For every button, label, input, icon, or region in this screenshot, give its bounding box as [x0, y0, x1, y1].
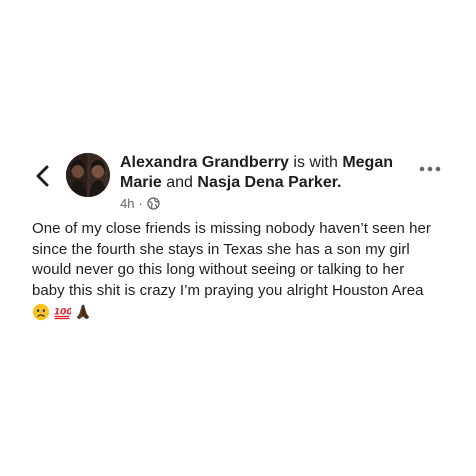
avatar-photo	[66, 153, 110, 197]
post-meta: 4h ·	[120, 196, 410, 211]
post-line-2: since the fourth she stays in Texas she …	[32, 240, 410, 258]
timestamp[interactable]: 4h	[120, 196, 134, 211]
post-line-3: would never go this long without seeing …	[32, 261, 405, 278]
post-line-4: baby this shit is crazy I’m praying you …	[32, 281, 424, 299]
emoji-row: 100	[32, 303, 92, 321]
globe-icon[interactable]	[147, 197, 160, 210]
author-name[interactable]: Alexandra Grandberry	[120, 154, 289, 171]
meta-separator: ·	[138, 196, 143, 211]
post-body: One of my close friends is missing nobod…	[32, 219, 452, 301]
with-text: is with	[293, 154, 338, 171]
author-line: Alexandra Grandberry is with Megan Marie…	[120, 153, 410, 193]
chevron-left-icon[interactable]	[32, 163, 54, 189]
post-header: Alexandra Grandberry is with Megan Marie…	[0, 150, 476, 212]
avatar[interactable]	[66, 153, 110, 197]
crying-face-icon	[32, 303, 50, 321]
hundred-points-icon: 100	[54, 307, 71, 320]
folded-hands-icon	[76, 304, 90, 320]
more-options-icon[interactable]	[417, 164, 443, 174]
and-text: and	[166, 174, 193, 191]
post-line-1: One of my close friends is missing nobod…	[32, 220, 431, 237]
author-block: Alexandra Grandberry is with Megan Marie…	[120, 153, 410, 211]
tagged-friend-2[interactable]: Nasja Dena Parker.	[197, 174, 341, 191]
